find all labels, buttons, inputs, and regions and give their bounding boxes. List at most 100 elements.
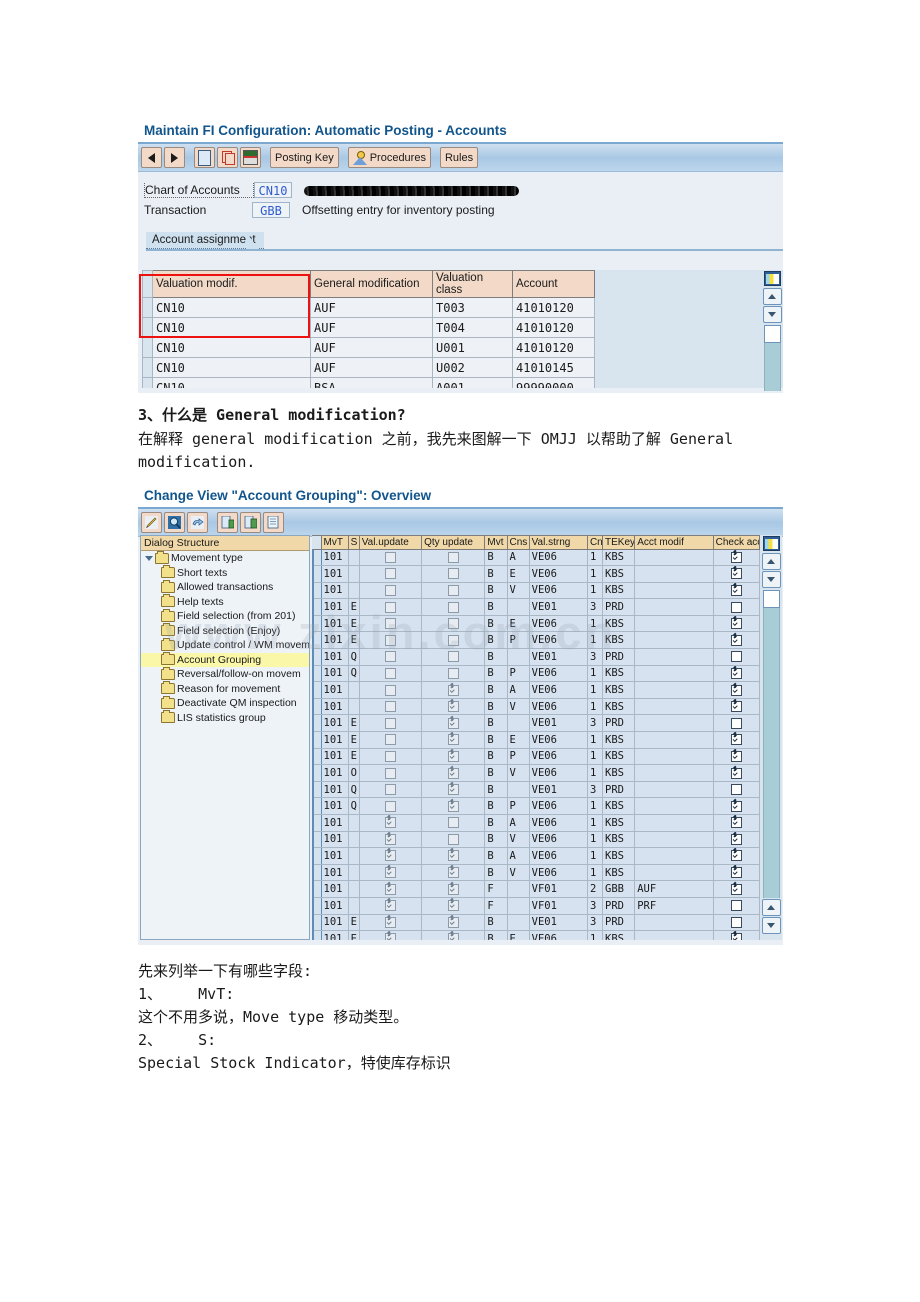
cell-acct-modif[interactable]: PRF <box>634 897 714 915</box>
cell-cns[interactable] <box>507 880 530 898</box>
grid1-cell[interactable]: U001 <box>432 337 513 358</box>
cell-special-stock[interactable] <box>348 880 360 898</box>
tree-item-field-selection-from-201[interactable]: Field selection (from 201) <box>141 608 309 624</box>
table-row[interactable]: 101 B E VE06 1 KBS <box>312 565 760 583</box>
val-update-checkbox[interactable] <box>384 933 396 940</box>
cell-val-update[interactable] <box>359 864 423 882</box>
cell-check-acct-ass[interactable] <box>713 698 760 716</box>
check-acct-ass-checkbox[interactable] <box>730 551 742 563</box>
cell-val-update[interactable] <box>359 814 423 832</box>
cell-check-acct-ass[interactable] <box>713 797 760 815</box>
row-selector[interactable] <box>312 847 322 865</box>
cell-mvt[interactable]: 101 <box>321 797 349 815</box>
val-update-checkbox[interactable] <box>384 883 396 895</box>
cell-check-acct-ass[interactable] <box>713 831 760 849</box>
grid1-cell[interactable]: T004 <box>432 317 513 338</box>
cell-tekey[interactable]: KBS <box>602 847 636 865</box>
cell-qty-update[interactable] <box>421 681 486 699</box>
cell-cns[interactable]: P <box>507 665 530 683</box>
display-button[interactable] <box>164 512 185 533</box>
cell-val-strng[interactable]: VE06 <box>529 615 588 633</box>
row-select-header[interactable] <box>142 270 153 298</box>
cell-check-acct-ass[interactable] <box>713 565 760 583</box>
cell-cns[interactable]: E <box>507 731 530 749</box>
table-row[interactable]: 101 Q B VE01 3 PRD <box>312 648 760 666</box>
cell-val-update[interactable] <box>359 598 423 616</box>
table-row[interactable]: 101 F VF01 2 GBB AUF <box>312 880 760 898</box>
cell-qty-update[interactable] <box>421 764 486 782</box>
cell-acct-modif[interactable] <box>634 582 714 600</box>
cell-mvt[interactable]: 101 <box>321 549 349 567</box>
cell-val-strng[interactable]: VF01 <box>529 897 588 915</box>
cell-qty-update[interactable] <box>421 598 486 616</box>
cell-mvt2[interactable]: B <box>484 631 508 650</box>
new-entries-button-2[interactable] <box>217 512 238 533</box>
grid2-column-header[interactable]: Check acct.ass. <box>712 536 760 550</box>
cell-acct-modif[interactable] <box>634 814 714 832</box>
grid2-column-header[interactable]: Acct modif <box>634 536 714 550</box>
cell-special-stock[interactable]: Q <box>348 648 360 666</box>
cell-val-update[interactable] <box>359 748 423 766</box>
grid1-cell[interactable]: CN10 <box>152 377 311 388</box>
cell-qty-update[interactable] <box>421 714 486 733</box>
grid2-column-header[interactable]: Cns <box>506 536 530 550</box>
table-row[interactable]: 101 Q B P VE06 1 KBS <box>312 665 760 683</box>
row-selector[interactable] <box>312 565 322 583</box>
cell-cn[interactable]: 1 <box>587 930 604 940</box>
cell-cns[interactable]: A <box>507 847 530 865</box>
cell-acct-modif[interactable] <box>634 565 714 583</box>
table-row[interactable]: 101 E B E VE06 1 KBS <box>312 930 760 940</box>
table-row[interactable]: 101 E B E VE06 1 KBS <box>312 615 760 633</box>
cell-mvt2[interactable]: B <box>484 698 508 716</box>
row-selector[interactable] <box>312 814 322 832</box>
cell-mvt[interactable]: 101 <box>321 764 349 782</box>
cell-cns[interactable] <box>507 714 530 733</box>
grid-config-icon[interactable] <box>763 271 781 286</box>
val-update-checkbox[interactable] <box>384 784 396 796</box>
qty-update-checkbox[interactable] <box>447 933 459 940</box>
grid1-cell[interactable]: 41010145 <box>512 357 595 378</box>
grid2-page-down-button[interactable] <box>761 917 781 934</box>
table-row[interactable]: 101 E B VE01 3 PRD <box>312 598 760 616</box>
cell-cn[interactable]: 1 <box>587 681 604 699</box>
grid2-scrollbar-track[interactable] <box>762 608 780 898</box>
table-row[interactable]: 101 E B P VE06 1 KBS <box>312 631 760 650</box>
table-row[interactable]: 101 B V VE06 1 KBS <box>312 582 760 600</box>
table-row[interactable]: 101 B A VE06 1 KBS <box>312 814 760 832</box>
cell-mvt2[interactable]: F <box>484 897 508 915</box>
cell-val-strng[interactable]: VE06 <box>529 565 588 583</box>
cell-acct-modif[interactable] <box>634 748 714 766</box>
cell-mvt2[interactable]: B <box>484 549 508 567</box>
grid1-column-header[interactable]: Valuation modif. <box>152 270 311 298</box>
cell-special-stock[interactable] <box>348 814 360 832</box>
grid1-scroll-up-button[interactable] <box>762 288 782 305</box>
check-acct-ass-checkbox[interactable] <box>730 833 742 845</box>
check-acct-ass-checkbox[interactable] <box>730 568 742 580</box>
cell-qty-update[interactable] <box>421 582 486 600</box>
cell-val-update[interactable] <box>359 880 423 898</box>
cell-cns[interactable]: E <box>507 615 530 633</box>
qty-update-checkbox[interactable] <box>447 900 459 912</box>
check-acct-ass-checkbox[interactable] <box>730 784 742 796</box>
cell-special-stock[interactable] <box>348 897 360 915</box>
rules-button[interactable]: Rules <box>439 147 479 168</box>
val-update-checkbox[interactable] <box>384 667 396 679</box>
cell-cns[interactable]: E <box>507 565 530 583</box>
cell-special-stock[interactable]: O <box>348 764 360 782</box>
grid1-scrollbar-track[interactable] <box>763 343 781 391</box>
cell-mvt2[interactable]: B <box>484 864 508 882</box>
cell-mvt[interactable]: 101 <box>321 665 349 683</box>
tree-item-account-grouping[interactable]: Account Grouping <box>141 652 309 667</box>
cell-acct-modif[interactable] <box>634 714 714 733</box>
cell-qty-update[interactable] <box>421 549 486 567</box>
val-update-checkbox[interactable] <box>384 618 396 630</box>
qty-update-checkbox[interactable] <box>447 750 459 762</box>
cell-tekey[interactable]: KBS <box>602 549 636 567</box>
row-selector[interactable] <box>312 731 322 749</box>
cell-acct-modif[interactable] <box>634 598 714 616</box>
grid2-scroll-down-button[interactable] <box>761 571 781 588</box>
grid2-config-icon[interactable] <box>762 536 780 551</box>
cell-cns[interactable] <box>507 914 530 932</box>
row-selector[interactable] <box>142 317 153 338</box>
cell-acct-modif[interactable] <box>634 698 714 716</box>
